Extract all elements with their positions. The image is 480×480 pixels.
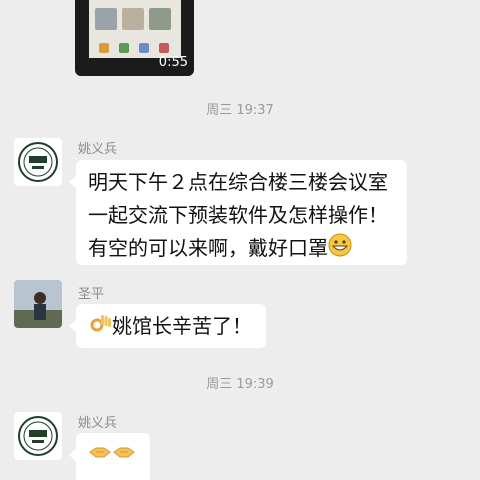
- message-text-line: 一起交流下预装软件及怎样操作！: [88, 203, 388, 227]
- message-text-line: 明天下午２点在综合楼三楼会议室: [88, 170, 388, 194]
- avatar[interactable]: [14, 138, 62, 186]
- message-text: 姚馆长辛苦了！: [112, 314, 252, 338]
- avatar[interactable]: [14, 412, 62, 460]
- sender-name: 姚义兵: [78, 142, 118, 157]
- message-text-line: 有空的可以来啊，戴好口罩: [88, 236, 328, 260]
- sender-name: 圣平: [78, 287, 105, 302]
- message-bubble[interactable]: [69, 433, 150, 480]
- library-seal-icon: [18, 142, 58, 182]
- handshake-icon: [88, 440, 112, 474]
- sender-name: 姚义兵: [78, 416, 118, 431]
- message-bubble[interactable]: 明天下午２点在综合楼三楼会议室 一起交流下预装软件及怎样操作！ 有空的可以来啊，…: [69, 160, 407, 267]
- video-duration: 0:55: [158, 55, 188, 70]
- timestamp-divider: 周三 19:39: [206, 377, 274, 392]
- user-photo-icon: [14, 280, 62, 328]
- video-preview-frame: [89, 0, 181, 58]
- video-message-thumbnail[interactable]: 0:55: [75, 0, 194, 76]
- timestamp-divider: 周三 19:37: [206, 103, 274, 118]
- grinning-face-icon: [328, 233, 352, 267]
- message-bubble[interactable]: 姚馆长辛苦了！: [69, 304, 266, 348]
- ok-hand-icon: [88, 311, 112, 345]
- avatar[interactable]: [14, 280, 62, 328]
- library-seal-icon: [18, 416, 58, 456]
- handshake-icon: [112, 440, 136, 474]
